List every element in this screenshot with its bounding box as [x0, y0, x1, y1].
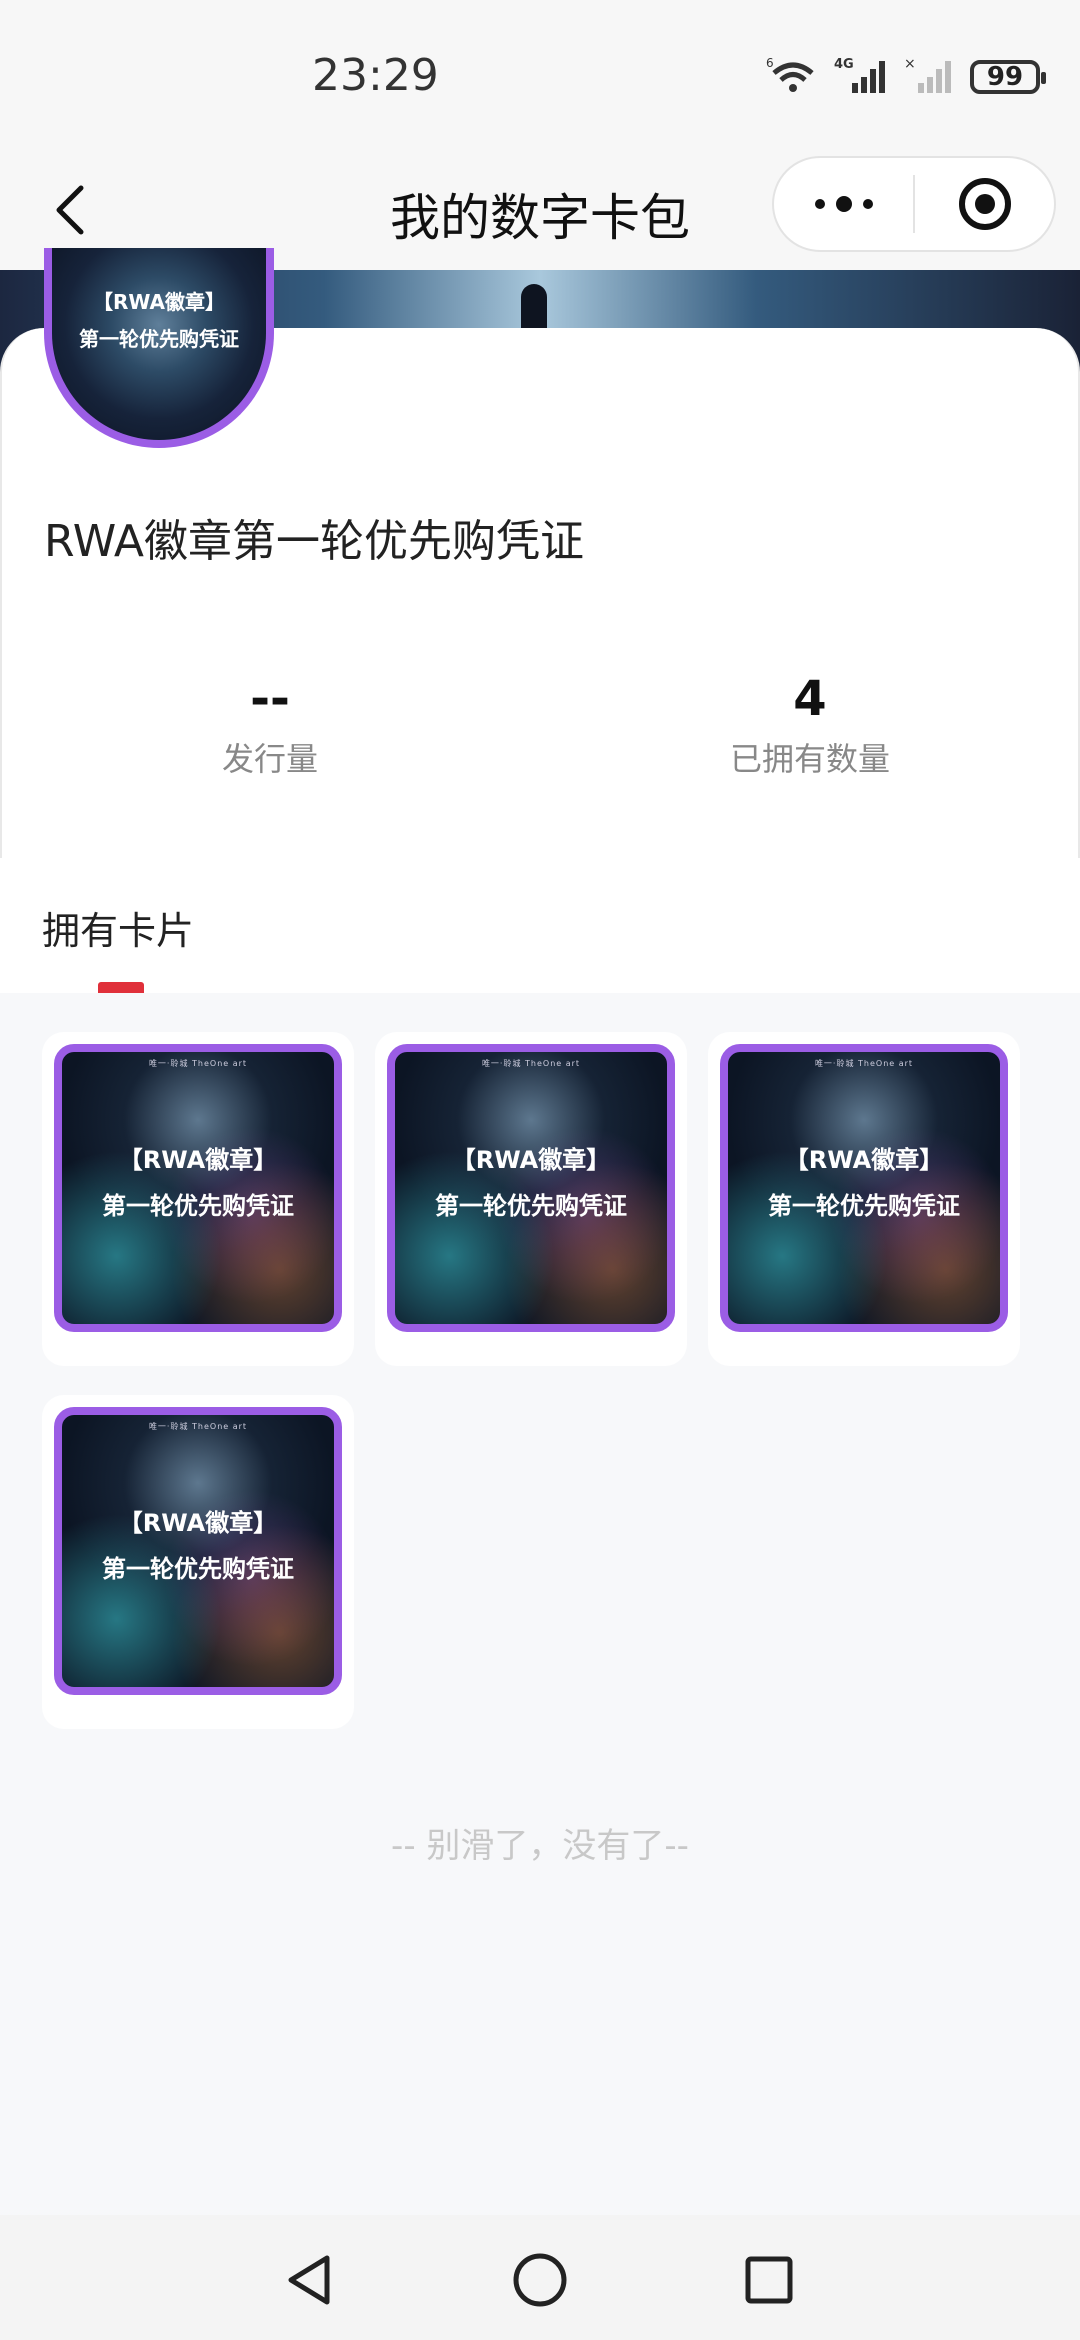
status-bar: 23:29 6 4G × 99 [0, 0, 1080, 150]
owned-cards-header: 拥有卡片 [0, 858, 1080, 993]
more-dots-icon [814, 196, 873, 212]
tab-owned-cards[interactable]: 拥有卡片 [42, 900, 194, 955]
avatar-line1: 【RWA徽章】 [92, 290, 226, 314]
owned-card[interactable]: 唯一·聆城 TheOne art 【RWA徽章】 第一轮优先购凭证 [42, 1395, 354, 1729]
avatar-line2: 第一轮优先购凭证 [79, 327, 239, 351]
end-of-list-note: -- 别滑了，没有了-- [391, 1826, 689, 1866]
card-brand: 唯一·聆城 TheOne art [481, 1059, 581, 1068]
battery-icon: 99 [970, 60, 1046, 94]
close-miniprogram-button[interactable] [915, 158, 1054, 250]
tab-indicator [98, 982, 144, 993]
stat-owned-value: 4 [793, 671, 827, 727]
card-brand: 唯一·聆城 TheOne art [814, 1059, 914, 1068]
more-button[interactable] [774, 158, 913, 250]
miniprogram-capsule [772, 156, 1056, 252]
circle-home-icon [513, 2253, 567, 2307]
card-brand: 唯一·聆城 TheOne art [148, 1422, 248, 1431]
card-title-line1: 【RWA徽章】 [451, 1146, 611, 1174]
card-title-line2: 第一轮优先购凭证 [435, 1192, 627, 1220]
card-image: 唯一·聆城 TheOne art 【RWA徽章】 第一轮优先购凭证 [54, 1044, 342, 1332]
owned-card[interactable]: 唯一·聆城 TheOne art 【RWA徽章】 第一轮优先购凭证 [375, 1032, 687, 1366]
cellular-no-signal-icon: × [904, 55, 956, 99]
target-circle-icon [958, 178, 1011, 230]
stat-owned-label: 已拥有数量 [729, 740, 890, 778]
owned-card[interactable]: 唯一·聆城 TheOne art 【RWA徽章】 第一轮优先购凭证 [42, 1032, 354, 1366]
card-image: 唯一·聆城 TheOne art 【RWA徽章】 第一轮优先购凭证 [54, 1407, 342, 1695]
system-nav-bar [0, 2215, 1080, 2340]
card-title-line1: 【RWA徽章】 [118, 1509, 278, 1537]
square-recents-icon [745, 2256, 793, 2304]
cellular-4g-icon: 4G [834, 55, 890, 99]
svg-text:4G: 4G [834, 57, 854, 72]
wifi-icon: 6 [766, 55, 820, 99]
system-recents-button[interactable] [734, 2245, 804, 2315]
triangle-back-icon [288, 2255, 330, 2305]
card-brand: 唯一·聆城 TheOne art [148, 1059, 248, 1068]
system-back-button[interactable] [274, 2245, 344, 2315]
card-title-line2: 第一轮优先购凭证 [102, 1192, 294, 1220]
back-button[interactable] [40, 178, 100, 242]
chevron-left-icon [56, 185, 84, 235]
stat-issued-value: -- [250, 671, 290, 727]
card-image: 唯一·聆城 TheOne art 【RWA徽章】 第一轮优先购凭证 [720, 1044, 1008, 1332]
stat-issued: -- 发行量 [120, 668, 420, 780]
card-title-line2: 第一轮优先购凭证 [768, 1192, 960, 1220]
stat-issued-label: 发行量 [221, 740, 318, 778]
card-image: 唯一·聆城 TheOne art 【RWA徽章】 第一轮优先购凭证 [387, 1044, 675, 1332]
card-title-line2: 第一轮优先购凭证 [102, 1555, 294, 1583]
card-title-line1: 【RWA徽章】 [118, 1146, 278, 1174]
clock: 23:29 [312, 50, 439, 101]
svg-text:6: 6 [766, 56, 774, 70]
owned-card[interactable]: 唯一·聆城 TheOne art 【RWA徽章】 第一轮优先购凭证 [708, 1032, 1020, 1366]
system-home-button[interactable] [505, 2245, 575, 2315]
card-title-line1: 【RWA徽章】 [784, 1146, 944, 1174]
status-icons: 6 4G × 99 [766, 52, 1046, 102]
svg-text:×: × [904, 56, 916, 72]
stat-owned: 4 已拥有数量 [660, 668, 960, 780]
collection-title: RWA徽章第一轮优先购凭证 [44, 516, 584, 567]
